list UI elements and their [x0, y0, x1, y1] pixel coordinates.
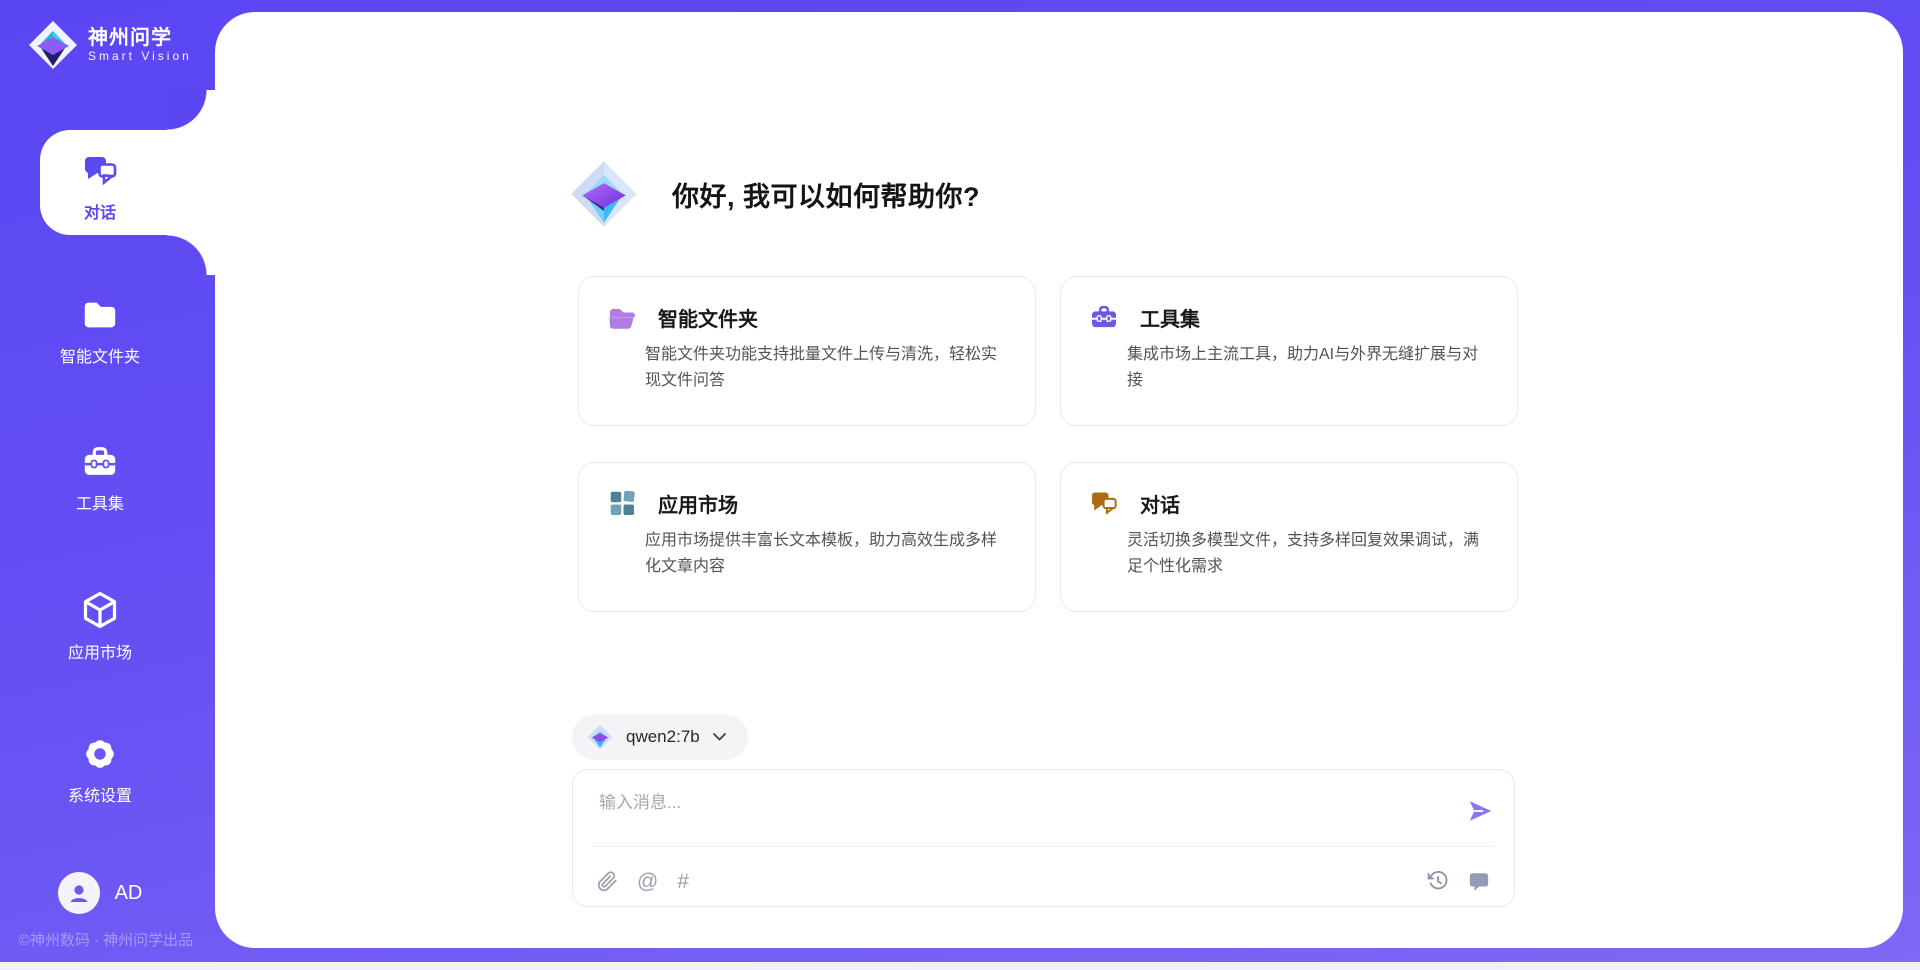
grid-icon	[607, 488, 637, 518]
main-panel: 你好, 我可以如何帮助你? 智能文件夹 智能文件夹功能支持批量文件上传与清洗，轻…	[215, 12, 1903, 948]
send-icon	[1467, 798, 1493, 824]
user-profile[interactable]: AD	[0, 872, 200, 914]
card-smart-folder[interactable]: 智能文件夹 智能文件夹功能支持批量文件上传与清洗，轻松实现文件问答	[578, 276, 1036, 426]
hashtag-button[interactable]: #	[677, 871, 689, 892]
cube-icon	[80, 590, 120, 630]
sidebar-item-chat[interactable]: 对话	[0, 150, 200, 223]
card-chat[interactable]: 对话 灵活切换多模型文件，支持多样回复效果调试，满足个性化需求	[1060, 462, 1518, 612]
brand-name: 神州问学	[88, 27, 192, 50]
active-item-curve-top	[167, 90, 215, 130]
card-description: 应用市场提供丰富长文本模板，助力高效生成多样化文章内容	[607, 528, 1007, 580]
folder-open-icon	[607, 302, 637, 332]
person-icon	[66, 880, 92, 906]
at-icon: @	[637, 871, 658, 892]
active-item-curve-bottom	[167, 235, 215, 275]
chat-bubble-icon	[1468, 870, 1490, 892]
model-name: qwen2:7b	[626, 727, 700, 747]
card-title: 应用市场	[658, 489, 738, 518]
card-title: 对话	[1140, 489, 1180, 518]
message-composer: @ #	[572, 769, 1515, 907]
sidebar-item-app-market[interactable]: 应用市场	[0, 590, 200, 663]
composer-divider	[593, 846, 1494, 847]
send-button[interactable]	[1467, 798, 1493, 824]
greeting-block: 你好, 我可以如何帮助你?	[570, 160, 980, 228]
sidebar: 神州问学 Smart Vision 对话 智能文件夹 工	[0, 0, 215, 962]
brand-subtitle: Smart Vision	[88, 50, 192, 64]
sidebar-item-toolset[interactable]: 工具集	[0, 443, 200, 514]
model-diamond-icon	[587, 724, 613, 750]
model-selector[interactable]: qwen2:7b	[572, 714, 748, 760]
sidebar-item-label: 系统设置	[68, 782, 132, 806]
paperclip-icon	[597, 871, 618, 892]
greeting-title: 你好, 我可以如何帮助你?	[672, 175, 980, 214]
chat-icon	[1089, 488, 1119, 518]
brand-logo: 神州问学 Smart Vision	[28, 20, 192, 70]
sidebar-item-smart-folder[interactable]: 智能文件夹	[0, 296, 200, 367]
card-description: 灵活切换多模型文件，支持多样回复效果调试，满足个性化需求	[1089, 528, 1489, 580]
attach-button[interactable]	[597, 871, 618, 892]
sidebar-item-label: 应用市场	[68, 639, 132, 663]
feature-cards: 智能文件夹 智能文件夹功能支持批量文件上传与清洗，轻松实现文件问答 工具集 集成…	[578, 276, 1518, 612]
sidebar-item-settings[interactable]: 系统设置	[0, 735, 200, 806]
card-description: 集成市场上主流工具，助力AI与外界无缝扩展与对接	[1089, 342, 1489, 394]
sidebar-item-label: 工具集	[76, 490, 124, 514]
card-description: 智能文件夹功能支持批量文件上传与清洗，轻松实现文件问答	[607, 342, 1007, 394]
briefcase-icon	[81, 443, 119, 481]
folder-icon	[81, 296, 119, 334]
briefcase-icon	[1089, 302, 1119, 332]
card-toolset[interactable]: 工具集 集成市场上主流工具，助力AI与外界无缝扩展与对接	[1060, 276, 1518, 426]
mention-button[interactable]: @	[637, 871, 658, 892]
avatar	[58, 872, 100, 914]
chat-icon	[80, 150, 120, 190]
composer-toolbar: @ #	[597, 864, 1490, 898]
user-initials: AD	[115, 882, 143, 905]
gear-icon	[81, 735, 119, 773]
sidebar-item-label: 智能文件夹	[60, 343, 140, 367]
chevron-down-icon	[713, 733, 726, 741]
history-button[interactable]	[1427, 870, 1449, 892]
message-input[interactable]	[599, 788, 1429, 818]
brand-diamond-icon	[570, 160, 638, 228]
sidebar-item-label: 对话	[84, 199, 116, 223]
card-app-market[interactable]: 应用市场 应用市场提供丰富长文本模板，助力高效生成多样化文章内容	[578, 462, 1036, 612]
copyright-text: ©神州数码 · 神州问学出品	[0, 929, 212, 950]
bottom-scrollbar-strip[interactable]	[0, 962, 1920, 970]
chat-bubble-button[interactable]	[1468, 870, 1490, 892]
hash-icon: #	[677, 871, 689, 892]
brand-diamond-icon	[28, 20, 78, 70]
history-clock-icon	[1427, 870, 1449, 892]
card-title: 智能文件夹	[658, 303, 758, 332]
card-title: 工具集	[1140, 303, 1200, 332]
